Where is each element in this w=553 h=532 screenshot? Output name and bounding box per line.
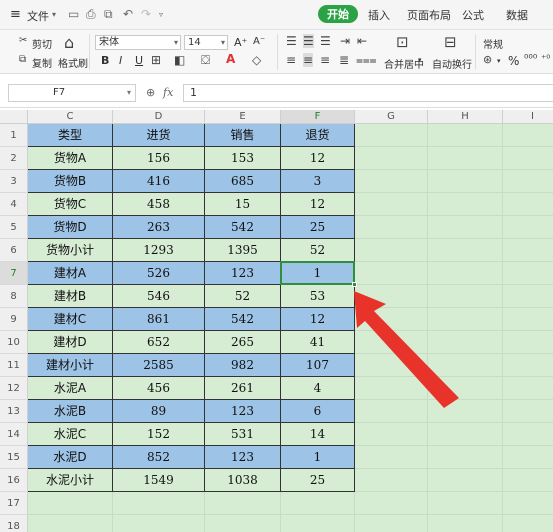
annotation-arrow xyxy=(354,291,459,408)
red-arrow-icon xyxy=(354,291,459,408)
